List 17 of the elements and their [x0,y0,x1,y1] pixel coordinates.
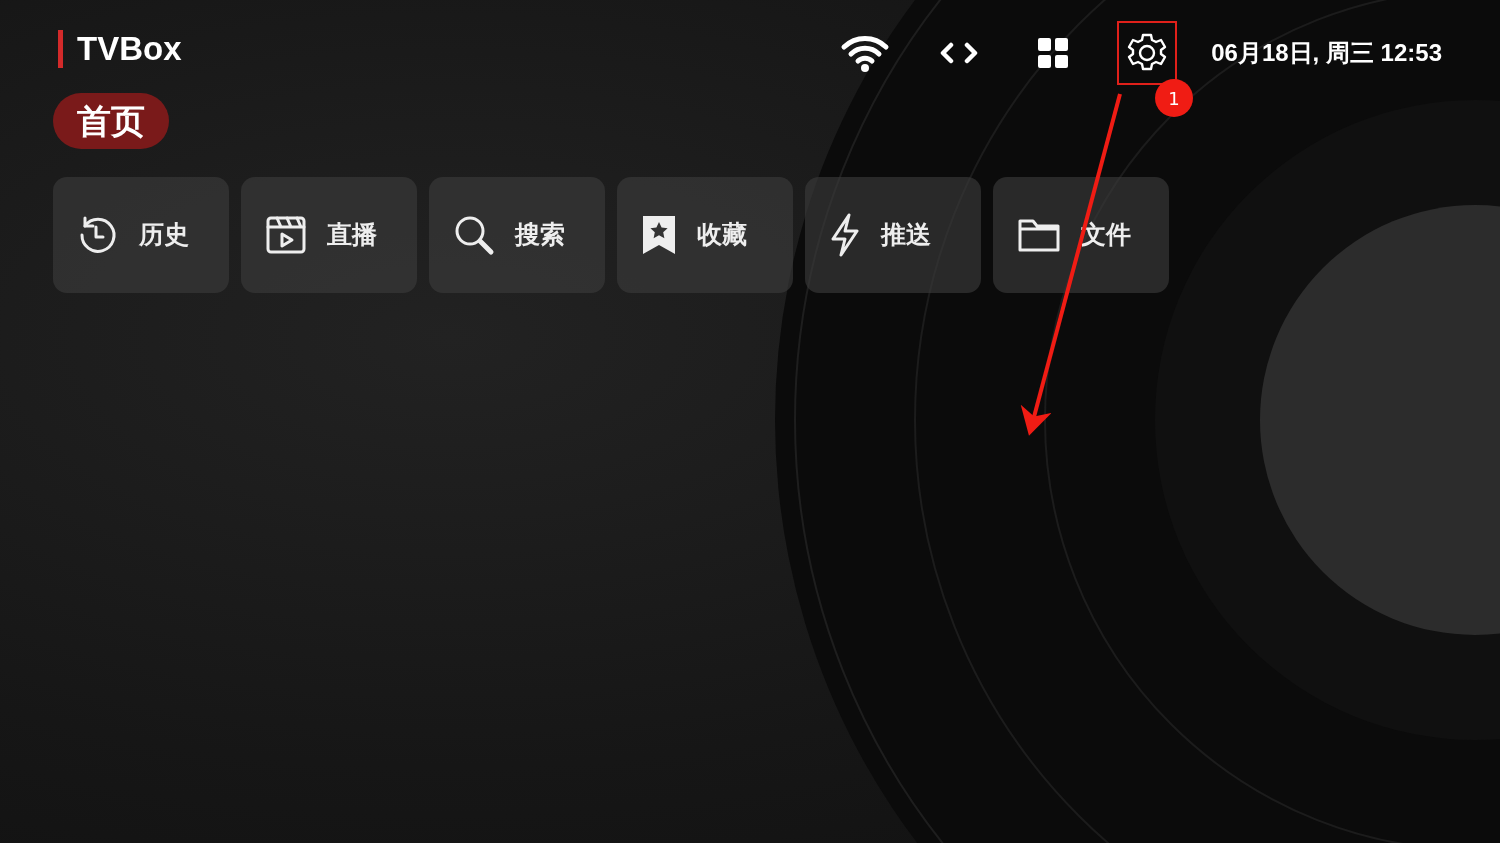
shortcut-tile[interactable]: 收藏 [617,177,793,293]
code-icon [940,41,979,65]
shortcut-tile[interactable]: 推送 [805,177,981,293]
folder-icon [1017,217,1061,253]
date-time: 06月18日, 周三 12:53 [1211,38,1442,68]
app-title: TVBox [58,30,182,68]
shortcut-tile[interactable]: 搜索 [429,177,605,293]
grid-icon [1038,38,1069,68]
shortcut-tile[interactable]: 历史 [53,177,229,293]
bookmark-star-icon [641,214,677,256]
lightning-icon [829,213,861,257]
search-icon [453,214,495,256]
video-player-icon [265,214,307,256]
settings-button[interactable] [1117,21,1178,85]
home-tab[interactable]: 首页 [53,93,169,149]
wifi-icon [840,33,891,73]
shortcut-tile[interactable]: 直播 [241,177,417,293]
